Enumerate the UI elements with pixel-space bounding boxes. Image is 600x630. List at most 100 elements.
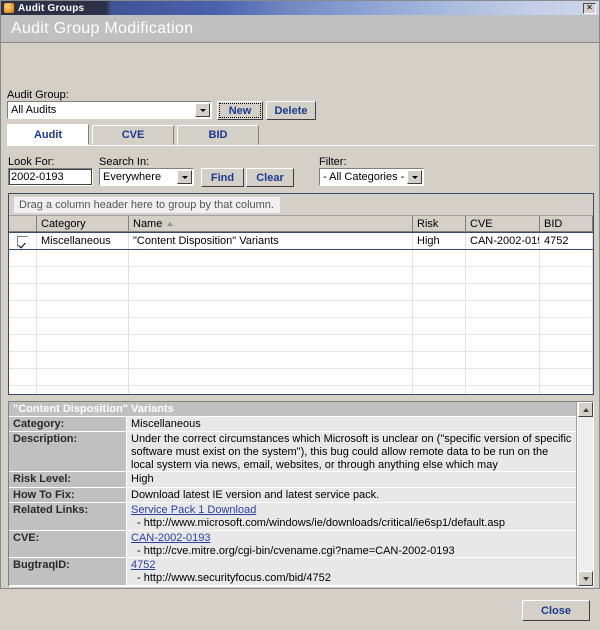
clear-button[interactable]: Clear (246, 168, 294, 187)
cell-name: "Content Disposition" Variants (129, 233, 413, 249)
search-in-value: Everywhere (103, 171, 177, 183)
column-header-name[interactable]: Name (129, 216, 413, 231)
chevron-down-icon[interactable] (407, 170, 422, 184)
empty-cell (540, 267, 593, 283)
title-bar: Audit Groups ✕ (1, 1, 599, 15)
cell-bid: 4752 (540, 233, 593, 249)
empty-cell (413, 386, 466, 394)
detail-scrollbar[interactable] (577, 402, 593, 586)
close-icon[interactable]: ✕ (583, 3, 596, 14)
column-header-risk[interactable]: Risk (413, 216, 466, 231)
related-links-url: - http://www.microsoft.com/windows/ie/do… (131, 517, 572, 530)
tab-audit[interactable]: Audit (7, 124, 89, 145)
tab-strip: Audit CVE BID (7, 126, 595, 146)
page-title: Audit Group Modification (11, 20, 193, 38)
row-checkbox-cell[interactable] (9, 233, 37, 249)
detail-row-description: Description: Under the correct circumsta… (9, 432, 576, 472)
empty-cell (466, 335, 540, 351)
empty-cell (413, 250, 466, 266)
grid-rows: Miscellaneous "Content Disposition" Vari… (9, 232, 593, 394)
table-row[interactable] (9, 352, 593, 369)
empty-cell (9, 284, 37, 300)
table-row[interactable] (9, 301, 593, 318)
audit-group-label-text: Audit Group: (7, 89, 69, 101)
chevron-down-icon[interactable] (177, 170, 192, 184)
column-header-cve[interactable]: CVE (466, 216, 540, 231)
empty-cell (540, 369, 593, 385)
column-header-category[interactable]: Category (37, 216, 129, 231)
empty-cell (466, 386, 540, 394)
empty-cell (413, 318, 466, 334)
detail-label-risk-level: Risk Level: (9, 472, 127, 486)
empty-cell (37, 369, 129, 385)
empty-cell (37, 335, 129, 351)
detail-title: "Content Disposition" Variants (9, 402, 576, 417)
column-header-select[interactable] (9, 216, 37, 231)
tab-bid[interactable]: BID (177, 125, 259, 145)
detail-value-related-links: Service Pack 1 Download - http://www.mic… (127, 503, 576, 530)
table-row[interactable] (9, 386, 593, 394)
new-button[interactable]: New (217, 101, 263, 120)
look-for-input[interactable]: 2002-0193 (8, 168, 93, 186)
empty-cell (129, 284, 413, 300)
empty-cell (129, 318, 413, 334)
empty-cell (129, 301, 413, 317)
grid-header-row: Category Name Risk CVE BID (9, 216, 593, 232)
detail-panel: "Content Disposition" Variants Category:… (8, 401, 594, 587)
empty-cell (540, 301, 593, 317)
table-row[interactable] (9, 318, 593, 335)
column-header-bid[interactable]: BID (540, 216, 593, 231)
empty-cell (37, 284, 129, 300)
group-by-band[interactable]: Drag a column header here to group by th… (9, 194, 593, 216)
filter-value: - All Categories - (323, 171, 407, 183)
empty-cell (466, 284, 540, 300)
detail-content: "Content Disposition" Variants Category:… (9, 402, 577, 586)
scrollbar-track[interactable] (578, 417, 593, 571)
empty-cell (466, 301, 540, 317)
find-button[interactable]: Find (201, 168, 244, 187)
detail-label-related-links: Related Links: (9, 503, 127, 530)
scroll-down-icon[interactable] (578, 571, 593, 586)
empty-cell (466, 267, 540, 283)
audit-groups-window: Audit Groups ✕ Audit Group Modification … (0, 0, 600, 589)
search-in-label: Search In: (99, 156, 149, 168)
chevron-down-icon[interactable] (195, 103, 210, 117)
table-row[interactable]: Miscellaneous "Content Disposition" Vari… (9, 232, 593, 250)
empty-cell (37, 386, 129, 394)
filter-select[interactable]: - All Categories - (319, 168, 424, 186)
empty-cell (9, 386, 37, 394)
scroll-up-icon[interactable] (578, 402, 593, 417)
table-row[interactable] (9, 250, 593, 267)
empty-cell (540, 284, 593, 300)
detail-label-how-to-fix: How To Fix: (9, 488, 127, 502)
cve-link[interactable]: CAN-2002-0193 (131, 532, 572, 545)
empty-cell (540, 352, 593, 368)
grid-empty-rows (9, 250, 593, 394)
row-checkbox[interactable] (17, 236, 28, 247)
table-row[interactable] (9, 335, 593, 352)
search-in-select[interactable]: Everywhere (99, 168, 194, 186)
table-row[interactable] (9, 369, 593, 386)
tab-cve[interactable]: CVE (92, 125, 174, 145)
detail-row-category: Category: Miscellaneous (9, 417, 576, 432)
table-row[interactable] (9, 267, 593, 284)
empty-cell (9, 318, 37, 334)
delete-button[interactable]: Delete (266, 101, 316, 120)
empty-cell (37, 301, 129, 317)
audit-results-grid[interactable]: Drag a column header here to group by th… (8, 193, 594, 395)
empty-cell (540, 386, 593, 394)
empty-cell (540, 250, 593, 266)
audit-group-select[interactable]: All Audits (7, 101, 212, 119)
table-row[interactable] (9, 284, 593, 301)
empty-cell (413, 301, 466, 317)
empty-cell (129, 335, 413, 351)
close-button[interactable]: Close (522, 600, 590, 621)
related-links-link[interactable]: Service Pack 1 Download (131, 504, 572, 517)
bugtraq-link[interactable]: 4752 (131, 559, 572, 572)
empty-cell (37, 250, 129, 266)
detail-row-related-links: Related Links: Service Pack 1 Download -… (9, 503, 576, 531)
cell-cve: CAN-2002-0193 (466, 233, 540, 249)
empty-cell (540, 335, 593, 351)
detail-value-bugtraq-id: 4752 - http://www.securityfocus.com/bid/… (127, 558, 576, 585)
empty-cell (9, 335, 37, 351)
